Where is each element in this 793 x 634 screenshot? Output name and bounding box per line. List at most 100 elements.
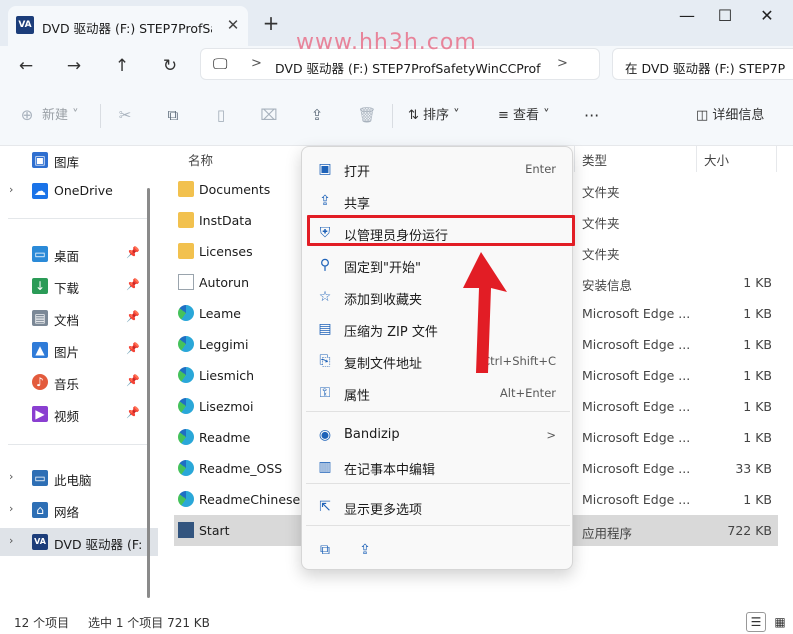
menu-item-copy-path[interactable]: ⎘ 复制文件地址 Ctrl+Shift+C	[306, 345, 570, 377]
pin-icon[interactable]: 📌	[126, 246, 140, 259]
watermark: www.hh3h.com	[296, 30, 477, 55]
column-divider[interactable]	[574, 146, 575, 172]
menu-item-show-more-options[interactable]: ⇱ 显示更多选项	[306, 491, 570, 523]
menu-item-properties[interactable]: ⚿ 属性 Alt+Enter	[306, 377, 570, 409]
nav-item-gallery[interactable]: ▣ 图库	[0, 146, 158, 174]
search-input[interactable]: 在 DVD 驱动器 (F:) STEP7P	[612, 48, 793, 80]
file-type: 文件夹	[582, 185, 620, 200]
new-button[interactable]: 新建 ˅	[42, 106, 79, 126]
sort-button[interactable]: ⇅ 排序 ˅	[408, 106, 460, 126]
nav-item-dvd-drive[interactable]: › VA DVD 驱动器 (F:	[0, 528, 158, 556]
pin-icon[interactable]: 📌	[126, 406, 140, 419]
file-size: 1 KB	[743, 399, 772, 414]
delete-icon[interactable]: 🗑	[356, 104, 378, 126]
nav-item-pictures[interactable]: ▲ 图片 📌	[0, 336, 158, 364]
selection-info: 选中 1 个项目 721 KB	[88, 616, 210, 630]
column-divider[interactable]	[776, 146, 777, 172]
view-button[interactable]: ≡ 查看 ˅	[498, 106, 550, 126]
chevron-right-icon[interactable]: ›	[9, 470, 13, 483]
edge-document-icon	[178, 336, 194, 352]
show-more-options-icon: ⇱	[319, 499, 331, 515]
chevron-right-icon[interactable]: ›	[9, 534, 13, 547]
nav-item-desktop[interactable]: ▭ 桌面 📌	[0, 240, 158, 268]
copy-icon[interactable]: ⧉	[162, 104, 184, 126]
menu-item-open[interactable]: ▣ 打开 Enter	[306, 153, 570, 185]
chevron-right-icon[interactable]: ›	[9, 183, 13, 196]
file-size: 1 KB	[743, 275, 772, 290]
menu-item-pin-to-start[interactable]: ⚲ 固定到"开始"	[306, 249, 570, 281]
computer-icon: ▭	[32, 470, 48, 486]
new-tab-button[interactable]: +	[258, 10, 284, 36]
share-icon[interactable]: ⇪	[306, 104, 328, 126]
more-options-button[interactable]: ···	[584, 106, 599, 126]
file-type: 文件夹	[582, 216, 620, 231]
menu-item-share[interactable]: ⇪ 共享	[306, 185, 570, 217]
maximize-button[interactable]: ☐	[710, 4, 740, 28]
pin-icon[interactable]: 📌	[126, 278, 140, 291]
chevron-right-icon[interactable]: >	[557, 56, 568, 71]
divider	[392, 104, 393, 128]
documents-icon: ▤	[32, 310, 48, 326]
paste-icon[interactable]: ▯	[210, 104, 232, 126]
nav-item-network[interactable]: › ⌂ 网络	[0, 496, 158, 524]
tiles-view-icon[interactable]: ▦	[770, 612, 790, 632]
properties-icon: ⚿	[319, 385, 331, 401]
details-view-icon[interactable]: ☰	[746, 612, 766, 632]
file-size: 1 KB	[743, 430, 772, 445]
details-pane-button[interactable]: ◫ 详细信息	[696, 106, 764, 126]
minimize-button[interactable]: —	[672, 4, 702, 28]
bandizip-icon: ◉	[318, 427, 332, 443]
shortcut-key: >	[546, 428, 556, 442]
close-window-button[interactable]: ✕	[752, 4, 782, 28]
column-header-size[interactable]: 大小	[704, 150, 729, 169]
file-name: Autorun	[199, 275, 250, 290]
up-button[interactable]: ↑	[108, 52, 136, 80]
nav-item-onedrive[interactable]: › ☁ OneDrive	[0, 177, 158, 205]
nav-item-music[interactable]: ♪ 音乐 📌	[0, 368, 158, 396]
pin-icon[interactable]: 📌	[126, 310, 140, 323]
nav-item-this-pc[interactable]: › ▭ 此电脑	[0, 464, 158, 492]
music-icon: ♪	[32, 374, 48, 390]
file-name: Licenses	[199, 244, 253, 259]
folder-icon	[178, 181, 194, 197]
address-path[interactable]: DVD 驱动器 (F:) STEP7ProfSafetyWinCCProf	[275, 58, 565, 77]
nav-item-videos[interactable]: ▶ 视频 📌	[0, 400, 158, 428]
status-bar: 12 个项目 选中 1 个项目 721 KB ☰ ▦	[0, 610, 793, 634]
file-type: Microsoft Edge ...	[582, 430, 690, 445]
pin-icon[interactable]: 📌	[126, 342, 140, 355]
copy-icon[interactable]: ⧉	[314, 539, 336, 561]
pin-icon[interactable]: 📌	[126, 374, 140, 387]
menu-item-bandizip[interactable]: ◉ Bandizip >	[306, 419, 570, 451]
menu-item-add-to-favorites[interactable]: ☆ 添加到收藏夹	[306, 281, 570, 313]
edge-document-icon	[178, 305, 194, 321]
shortcut-key: Enter	[525, 162, 556, 176]
nav-item-documents[interactable]: ▤ 文档 📌	[0, 304, 158, 332]
file-type: Microsoft Edge ...	[582, 337, 690, 352]
nav-item-downloads[interactable]: ↓ 下载 📌	[0, 272, 158, 300]
file-name: Start	[199, 523, 230, 538]
file-name: Leggimi	[199, 337, 249, 352]
cut-icon[interactable]: ✂	[114, 104, 136, 126]
back-button[interactable]: ←	[12, 52, 40, 80]
file-type: Microsoft Edge ...	[582, 306, 690, 321]
divider	[306, 411, 570, 412]
column-divider[interactable]	[696, 146, 697, 172]
forward-button[interactable]: →	[60, 52, 88, 80]
rename-icon[interactable]: ⌧	[258, 104, 280, 126]
chevron-right-icon[interactable]: ›	[9, 502, 13, 515]
chevron-right-icon[interactable]: >	[251, 56, 262, 71]
menu-item-label: 打开	[344, 165, 371, 180]
nav-scrollbar[interactable]	[147, 188, 150, 598]
menu-item-edit-in-notepad[interactable]: ▥ 在记事本中编辑	[306, 451, 570, 483]
tab-dvd-drive[interactable]: VA DVD 驱动器 (F:) STEP7ProfSafe ✕	[8, 6, 248, 46]
share-icon[interactable]: ⇪	[354, 539, 376, 561]
menu-item-label: 显示更多选项	[344, 503, 423, 518]
menu-item-compress-zip[interactable]: ▤ 压缩为 ZIP 文件	[306, 313, 570, 345]
navigation-pane: ▣ 图库 › ☁ OneDrive ▭ 桌面 📌 ↓ 下载 📌 ▤ 文档 📌 ▲…	[0, 146, 160, 610]
close-tab-icon[interactable]: ✕	[222, 14, 244, 36]
refresh-button[interactable]: ↻	[156, 52, 184, 80]
column-header-name[interactable]: 名称	[188, 150, 213, 169]
setup-info-icon	[178, 274, 194, 290]
column-header-type[interactable]: 类型	[582, 150, 607, 169]
dvd-drive-icon: VA	[16, 16, 34, 34]
